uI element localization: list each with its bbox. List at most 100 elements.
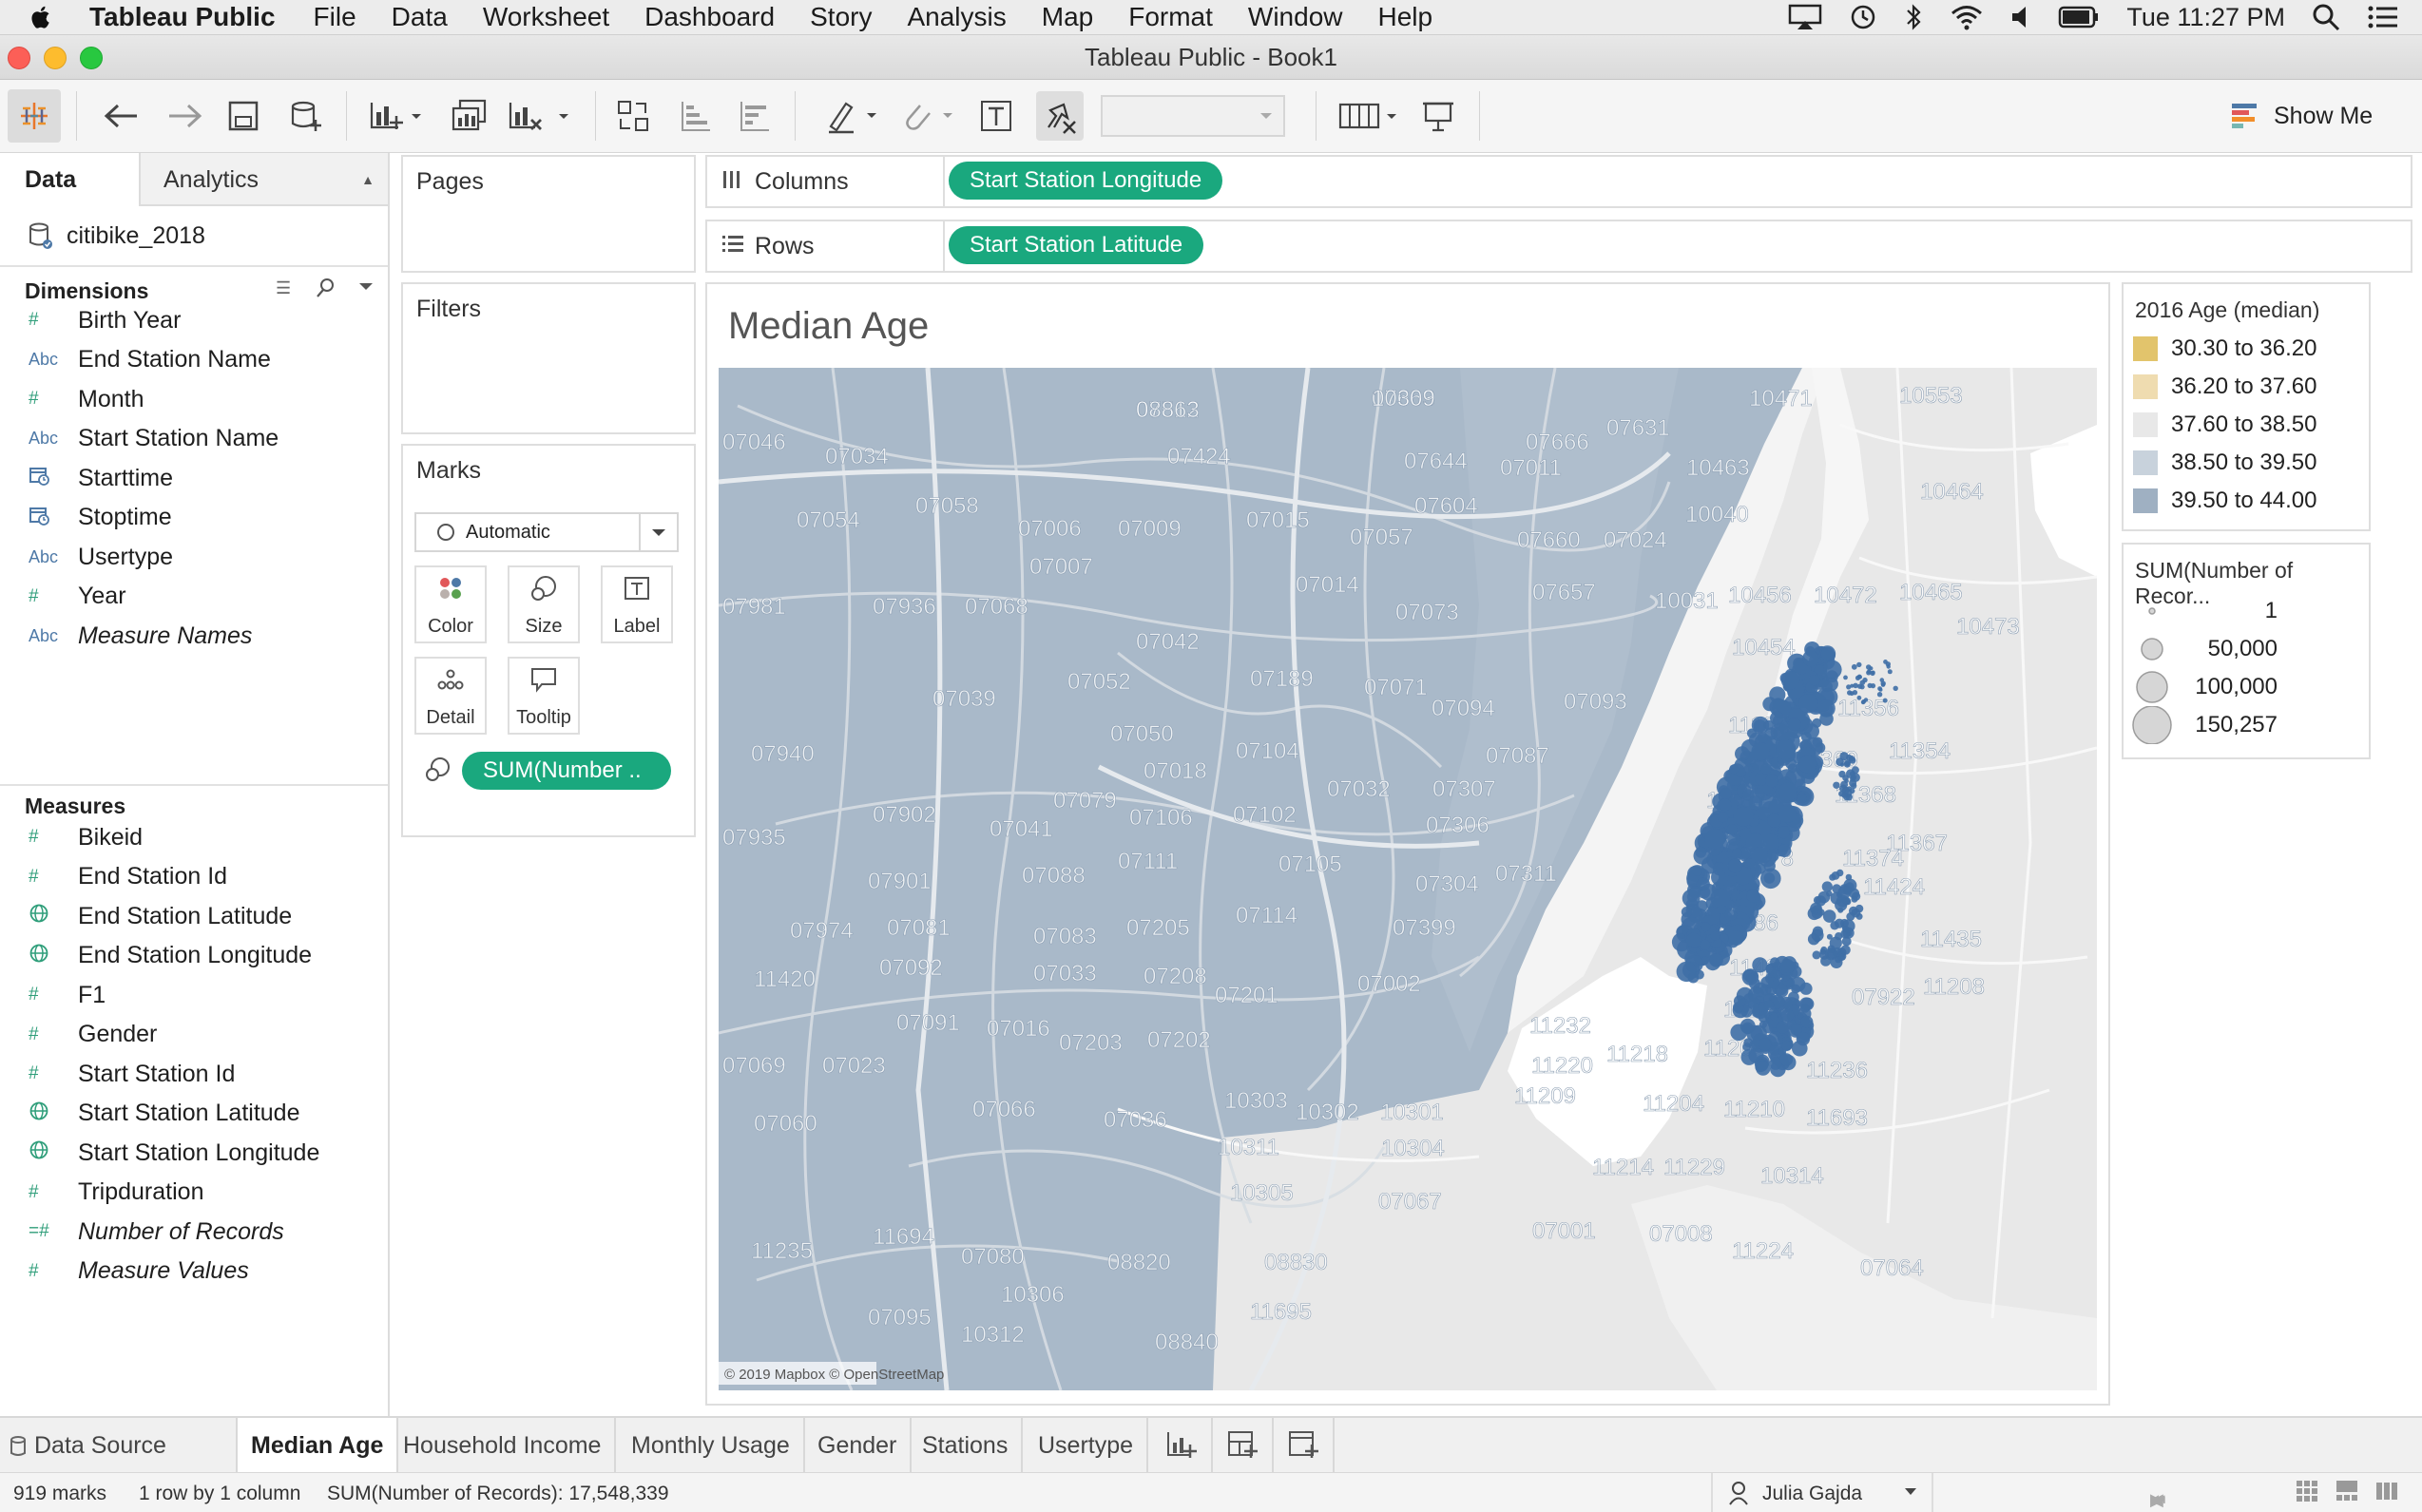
station-mark[interactable] bbox=[1724, 909, 1738, 921]
menu-analysis[interactable]: Analysis bbox=[907, 2, 1006, 32]
station-mark[interactable] bbox=[1840, 945, 1851, 955]
color-legend-item[interactable]: 37.60 to 38.50 bbox=[2133, 411, 2316, 438]
station-mark[interactable] bbox=[1856, 674, 1862, 679]
tab-analytics[interactable]: Analytics ▲ bbox=[139, 153, 388, 206]
station-mark[interactable] bbox=[1802, 650, 1818, 667]
tableau-logo-icon[interactable] bbox=[8, 89, 61, 143]
station-mark[interactable] bbox=[1751, 847, 1768, 864]
station-mark[interactable] bbox=[1763, 833, 1779, 850]
station-mark[interactable] bbox=[1735, 746, 1750, 761]
station-mark[interactable] bbox=[1685, 932, 1701, 948]
station-mark[interactable] bbox=[1681, 907, 1692, 918]
station-mark[interactable] bbox=[1704, 829, 1725, 850]
station-mark[interactable] bbox=[1729, 764, 1740, 775]
station-mark[interactable] bbox=[1700, 939, 1710, 950]
last-sheet-icon[interactable]: ⏭ bbox=[2150, 1490, 2165, 1510]
station-mark[interactable] bbox=[1778, 826, 1790, 839]
swap-rows-columns-icon[interactable] bbox=[612, 95, 654, 137]
station-mark[interactable] bbox=[1798, 694, 1818, 714]
station-mark[interactable] bbox=[1880, 680, 1886, 686]
presentation-mode-icon[interactable] bbox=[1416, 95, 1460, 137]
station-mark[interactable] bbox=[1882, 698, 1888, 703]
columns-shelf[interactable]: Columns Start Station Longitude bbox=[705, 155, 2412, 208]
marks-label-button[interactable]: Label bbox=[601, 565, 673, 643]
menu-map[interactable]: Map bbox=[1042, 2, 1093, 32]
station-mark[interactable] bbox=[1748, 795, 1763, 811]
station-mark[interactable] bbox=[1822, 909, 1836, 923]
marks-size-button[interactable]: Size bbox=[508, 565, 580, 643]
station-mark[interactable] bbox=[1846, 684, 1852, 690]
station-mark[interactable] bbox=[1695, 846, 1707, 858]
tabs-view-icon[interactable] bbox=[2374, 1479, 2399, 1503]
dimension-field-stoptime[interactable]: Stoptime bbox=[0, 499, 380, 537]
station-mark[interactable] bbox=[1763, 872, 1776, 884]
dimension-field-birth-year[interactable]: # Birth Year bbox=[0, 301, 380, 339]
group-members-icon[interactable] bbox=[899, 95, 958, 137]
measure-field-bikeid[interactable]: # Bikeid bbox=[0, 818, 380, 856]
tab-data[interactable]: Data bbox=[0, 153, 139, 206]
menu-dashboard[interactable]: Dashboard bbox=[644, 2, 775, 32]
station-mark[interactable] bbox=[1770, 957, 1780, 967]
station-mark[interactable] bbox=[1856, 661, 1862, 668]
station-mark[interactable] bbox=[1709, 953, 1723, 967]
station-mark[interactable] bbox=[1841, 919, 1855, 933]
station-mark[interactable] bbox=[1694, 969, 1704, 980]
station-mark[interactable] bbox=[1791, 984, 1800, 994]
dimension-field-usertype[interactable]: Abc Usertype bbox=[0, 538, 380, 576]
station-mark[interactable] bbox=[1862, 677, 1868, 683]
apple-menu-icon[interactable] bbox=[30, 4, 68, 30]
station-mark[interactable] bbox=[1759, 1038, 1772, 1051]
menu-app-name[interactable]: Tableau Public bbox=[89, 2, 276, 32]
clear-sheet-icon[interactable] bbox=[504, 95, 576, 137]
sort-ascending-icon[interactable] bbox=[675, 95, 717, 137]
tab-sheet-usertype[interactable]: Usertype bbox=[1025, 1418, 1149, 1473]
station-mark[interactable] bbox=[1751, 742, 1770, 761]
station-mark[interactable] bbox=[1780, 1008, 1795, 1023]
new-datasource-icon[interactable] bbox=[285, 95, 327, 137]
new-worksheet-icon[interactable] bbox=[365, 95, 428, 137]
fix-axes-icon[interactable] bbox=[1036, 91, 1084, 141]
station-mark[interactable] bbox=[1837, 907, 1844, 913]
dimensions-search-icon[interactable] bbox=[316, 277, 336, 304]
tab-sheet-monthly-usage[interactable]: Monthly Usage bbox=[618, 1418, 805, 1473]
station-mark[interactable] bbox=[1701, 922, 1711, 932]
size-legend-item[interactable]: 150,257 bbox=[2131, 706, 2278, 744]
station-mark[interactable] bbox=[1720, 787, 1732, 799]
time-machine-icon[interactable] bbox=[1849, 3, 1877, 31]
station-mark[interactable] bbox=[1763, 1000, 1775, 1010]
redo-icon[interactable] bbox=[162, 95, 207, 137]
station-mark[interactable] bbox=[1773, 970, 1782, 980]
dimensions-menu-chevron-down-icon[interactable] bbox=[357, 280, 375, 298]
menu-format[interactable]: Format bbox=[1128, 2, 1213, 32]
dimension-field-end-station-name[interactable]: Abc End Station Name bbox=[0, 341, 380, 379]
station-mark[interactable] bbox=[1817, 909, 1825, 916]
airplay-icon[interactable] bbox=[1788, 4, 1822, 30]
menu-worksheet[interactable]: Worksheet bbox=[483, 2, 609, 32]
station-mark[interactable] bbox=[1893, 685, 1898, 691]
station-mark[interactable] bbox=[1799, 1003, 1810, 1013]
station-mark[interactable] bbox=[1733, 995, 1746, 1007]
menu-window[interactable]: Window bbox=[1248, 2, 1343, 32]
tab-sheet-median-age[interactable]: Median Age bbox=[238, 1418, 399, 1473]
measure-field-f1[interactable]: # F1 bbox=[0, 976, 380, 1014]
menu-help[interactable]: Help bbox=[1378, 2, 1433, 32]
station-mark[interactable] bbox=[1800, 1015, 1814, 1028]
station-mark[interactable] bbox=[1756, 1061, 1771, 1076]
station-mark[interactable] bbox=[1726, 824, 1738, 835]
station-mark[interactable] bbox=[1855, 904, 1864, 913]
station-mark[interactable] bbox=[1745, 973, 1756, 984]
station-mark[interactable] bbox=[1887, 669, 1893, 675]
station-mark[interactable] bbox=[1728, 858, 1742, 873]
new-story-tab-button[interactable] bbox=[1274, 1418, 1335, 1473]
station-mark[interactable] bbox=[1770, 711, 1784, 725]
station-mark[interactable] bbox=[1846, 754, 1853, 761]
station-mark[interactable] bbox=[1692, 866, 1703, 876]
rows-pill-start-station-latitude[interactable]: Start Station Latitude bbox=[949, 226, 1204, 264]
station-mark[interactable] bbox=[1770, 1012, 1778, 1021]
station-mark[interactable] bbox=[1778, 844, 1792, 858]
grid-view-icon[interactable] bbox=[2295, 1479, 2319, 1503]
station-mark[interactable] bbox=[1728, 930, 1744, 946]
marks-detail-button[interactable]: Detail bbox=[414, 657, 487, 735]
station-mark[interactable] bbox=[1803, 723, 1819, 739]
bluetooth-icon[interactable] bbox=[1904, 3, 1923, 31]
